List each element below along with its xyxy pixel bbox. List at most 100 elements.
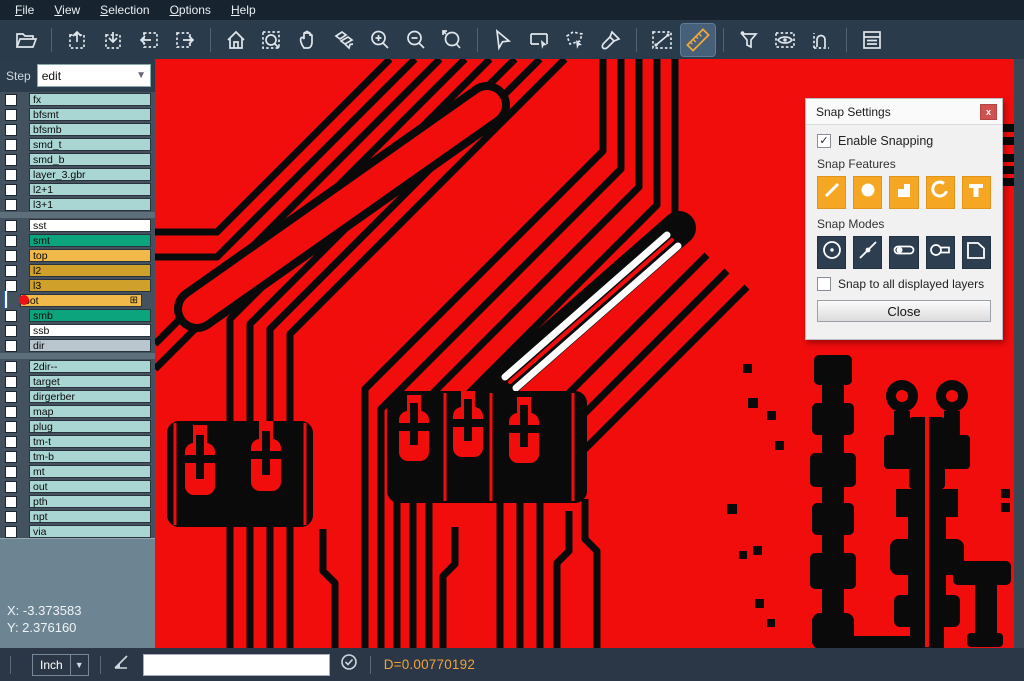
snap-line-button[interactable] [817, 176, 846, 209]
zoom-object-button[interactable] [327, 24, 361, 56]
menu-options[interactable]: Options [161, 1, 220, 19]
move-left-button[interactable] [132, 24, 166, 56]
layer-row-ssb[interactable]: ssb [0, 323, 155, 338]
menu-selection[interactable]: Selection [91, 1, 158, 19]
report-panel-button[interactable] [855, 24, 889, 56]
layer-row-dir[interactable]: dir [0, 338, 155, 353]
layer-checkbox[interactable] [5, 169, 17, 181]
enable-snapping-row[interactable]: ✓ Enable Snapping [817, 134, 991, 148]
snap-pad-button[interactable] [853, 176, 882, 209]
menu-file[interactable]: File [6, 1, 43, 19]
open-folder-button[interactable] [9, 24, 43, 56]
snap-text-button[interactable] [962, 176, 991, 209]
layer-checkbox[interactable] [5, 466, 17, 478]
mode-slot-outline-button[interactable] [926, 236, 955, 269]
select-cursor-button[interactable] [486, 24, 520, 56]
mode-line-point-button[interactable] [853, 236, 882, 269]
dialog-title-bar[interactable]: Snap Settings x [806, 99, 1002, 125]
layer-row-fx[interactable]: fx [0, 92, 155, 107]
layer-row-smb[interactable]: smb [0, 308, 155, 323]
layer-row-mt[interactable]: mt [0, 464, 155, 479]
mode-slot-filled-button[interactable] [889, 236, 918, 269]
layer-row-target[interactable]: target [0, 374, 155, 389]
enable-snapping-checkbox[interactable]: ✓ [817, 134, 831, 148]
zoom-in-button[interactable] [363, 24, 397, 56]
layer-row-plug[interactable]: plug [0, 419, 155, 434]
move-up-button[interactable] [60, 24, 94, 56]
step-select[interactable]: edit ▼ [37, 64, 151, 87]
close-button[interactable]: Close [817, 300, 991, 322]
layer-row-tm-t[interactable]: tm-t [0, 434, 155, 449]
ruler-button[interactable] [681, 24, 715, 56]
layer-checkbox[interactable] [5, 235, 17, 247]
layer-row-l2[interactable]: l2 [0, 263, 155, 278]
layer-row-smd_t[interactable]: smd_t [0, 137, 155, 152]
refresh-circle-icon[interactable] [340, 653, 358, 676]
layer-checkbox[interactable] [5, 265, 17, 277]
layer-row-smt[interactable]: smt [0, 233, 155, 248]
layer-checkbox[interactable] [5, 184, 17, 196]
layer-row-npt[interactable]: npt [0, 509, 155, 524]
layer-checkbox[interactable] [5, 451, 17, 463]
filter-button[interactable] [732, 24, 766, 56]
layer-checkbox[interactable] [5, 139, 17, 151]
layer-checkbox[interactable] [5, 109, 17, 121]
layer-checkbox[interactable] [5, 436, 17, 448]
layer-checkbox[interactable] [5, 406, 17, 418]
layer-checkbox[interactable] [5, 250, 17, 262]
layer-checkbox[interactable] [5, 496, 17, 508]
layer-checkbox[interactable] [5, 94, 17, 106]
layer-row-smd_b[interactable]: smd_b [0, 152, 155, 167]
layer-checkbox[interactable] [5, 376, 17, 388]
layer-row-out[interactable]: out [0, 479, 155, 494]
layer-row-2dir--[interactable]: 2dir-- [0, 359, 155, 374]
measure-path-button[interactable] [804, 24, 838, 56]
select-rect-button[interactable] [522, 24, 556, 56]
zoom-area-button[interactable] [255, 24, 289, 56]
command-input[interactable] [143, 654, 330, 676]
layer-row-l3[interactable]: l3 [0, 278, 155, 293]
layer-checkbox[interactable] [5, 199, 17, 211]
layer-row-l3+1[interactable]: l3+1 [0, 197, 155, 212]
layer-row-map[interactable]: map [0, 404, 155, 419]
layer-checkbox[interactable] [5, 361, 17, 373]
layer-row-bot[interactable]: bot⊞ [0, 293, 155, 308]
zoom-out-button[interactable] [399, 24, 433, 56]
layer-row-via[interactable]: via [0, 524, 155, 539]
layer-checkbox[interactable] [5, 325, 17, 337]
layer-row-dirgerber[interactable]: dirgerber [0, 389, 155, 404]
layer-row-bfsmt[interactable]: bfsmt [0, 107, 155, 122]
layer-checkbox[interactable] [5, 421, 17, 433]
layer-checkbox[interactable] [5, 340, 17, 352]
layer-row-tm-b[interactable]: tm-b [0, 449, 155, 464]
menu-view[interactable]: View [45, 1, 89, 19]
close-icon[interactable]: x [980, 104, 997, 120]
snap-surface-button[interactable] [889, 176, 918, 209]
layer-checkbox[interactable] [5, 124, 17, 136]
layer-checkbox[interactable] [5, 220, 17, 232]
layer-row-top[interactable]: top [0, 248, 155, 263]
snap-arc-button[interactable] [926, 176, 955, 209]
move-down-button[interactable] [96, 24, 130, 56]
menu-help[interactable]: Help [222, 1, 265, 19]
view-eye-button[interactable] [768, 24, 802, 56]
layer-checkbox[interactable] [5, 391, 17, 403]
clean-brush-button[interactable] [594, 24, 628, 56]
layer-checkbox[interactable] [5, 511, 17, 523]
all-layers-checkbox[interactable] [817, 277, 831, 291]
layer-row-layer_3.gbr[interactable]: layer_3.gbr [0, 167, 155, 182]
zoom-previous-button[interactable] [435, 24, 469, 56]
layer-row-pth[interactable]: pth [0, 494, 155, 509]
layer-row-sst[interactable]: sst [0, 218, 155, 233]
measure-line-button[interactable] [645, 24, 679, 56]
layer-checkbox[interactable] [5, 310, 17, 322]
layer-row-l2+1[interactable]: l2+1 [0, 182, 155, 197]
layer-checkbox[interactable] [5, 154, 17, 166]
layer-checkbox[interactable] [5, 526, 17, 538]
pan-hand-button[interactable] [291, 24, 325, 56]
all-layers-row[interactable]: Snap to all displayed layers [817, 277, 991, 291]
layer-checkbox[interactable] [5, 481, 17, 493]
select-polygon-button[interactable] [558, 24, 592, 56]
move-right-button[interactable] [168, 24, 202, 56]
mode-surface-outline-button[interactable] [962, 236, 991, 269]
